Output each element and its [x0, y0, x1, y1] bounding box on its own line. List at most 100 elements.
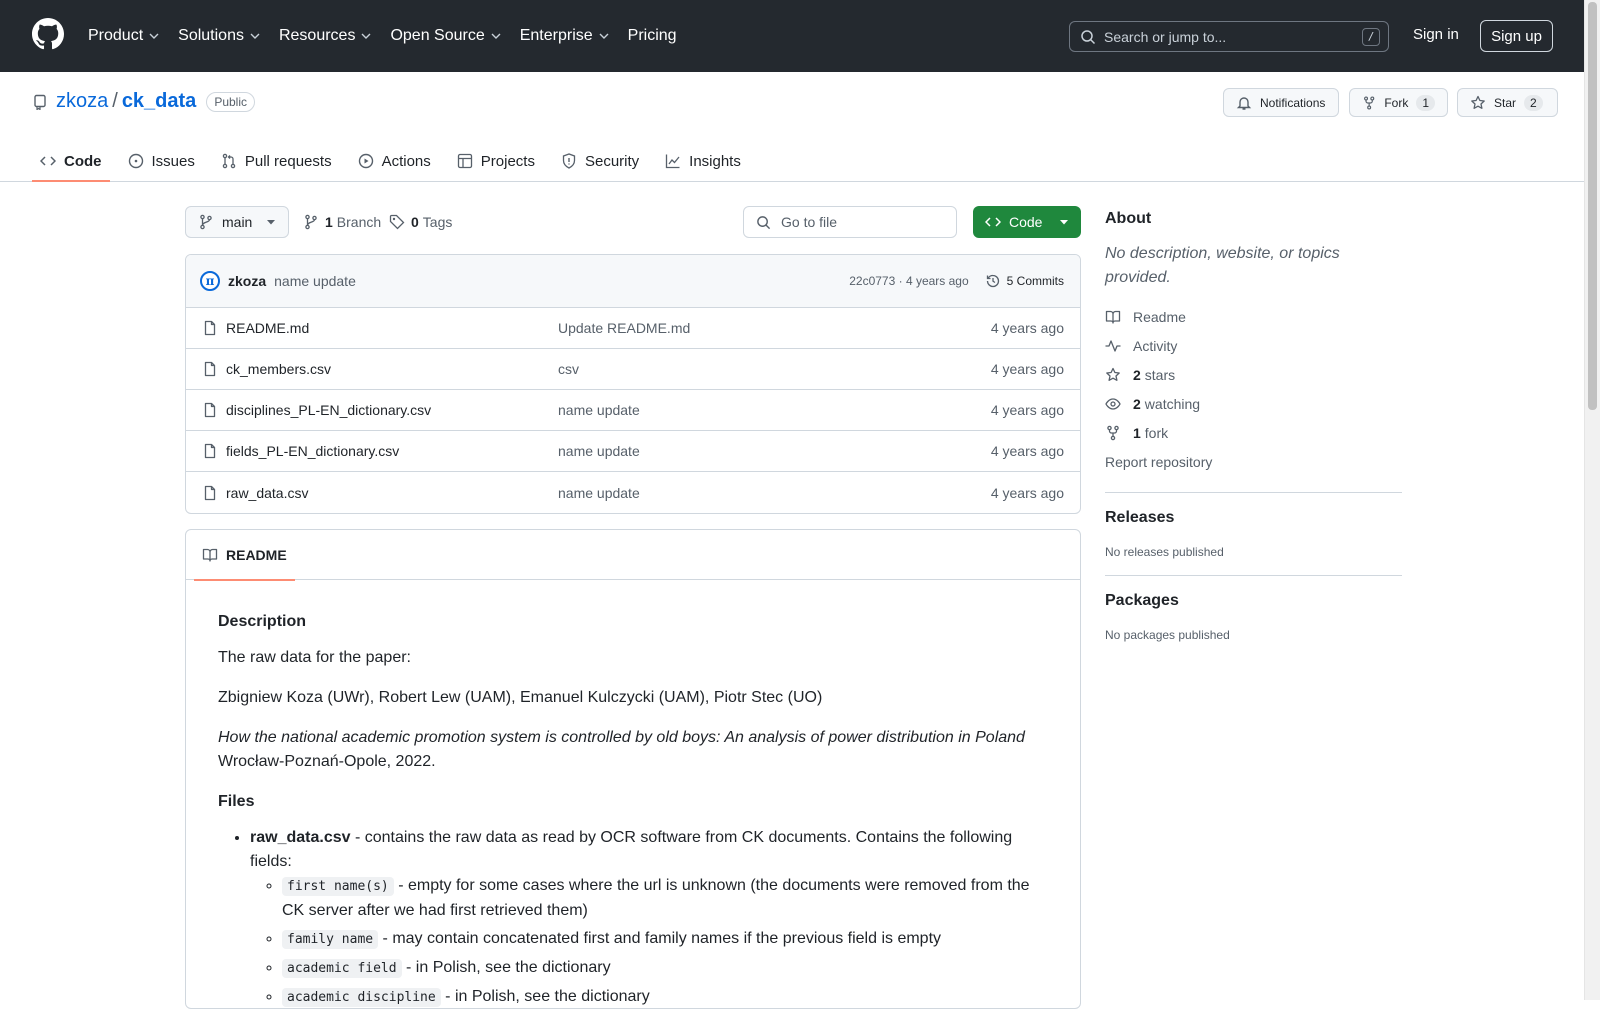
github-logo-icon[interactable] — [32, 18, 64, 50]
fork-count: 1 — [1416, 94, 1435, 111]
about-heading: About — [1105, 210, 1152, 227]
tags-link[interactable]: 0 Tags — [389, 214, 452, 230]
tab-insights[interactable]: Insights — [657, 140, 749, 182]
heading-files: Files — [218, 793, 255, 810]
fork-label: Fork — [1384, 95, 1409, 110]
tag-count: 0 — [411, 214, 419, 230]
commit-message-link[interactable]: name update — [274, 273, 356, 289]
nav-enterprise-label: Enterprise — [519, 27, 593, 44]
file-name-link[interactable]: disciplines_PL-EN_dictionary.csv — [226, 402, 558, 418]
file-commit-link[interactable]: name update — [558, 485, 640, 501]
file-icon — [204, 320, 216, 336]
chevron-down-icon — [149, 33, 159, 39]
chevron-down-icon — [599, 33, 609, 39]
file-icon — [204, 361, 216, 377]
tab-pull-requests[interactable]: Pull requests — [213, 140, 340, 182]
readme-link[interactable]: Readme — [1105, 302, 1402, 331]
nav-product[interactable]: Product — [88, 27, 160, 45]
nav-enterprise[interactable]: Enterprise — [520, 27, 610, 45]
nav-pricing[interactable]: Pricing — [628, 27, 677, 45]
field-desc: - in Polish, see the dictionary — [440, 988, 650, 1005]
book-icon — [1105, 310, 1121, 324]
search-icon — [757, 215, 771, 229]
notifications-label: Notifications — [1260, 95, 1326, 110]
divider — [1105, 575, 1402, 576]
tab-issues[interactable]: Issues — [120, 140, 203, 182]
branch-icon — [305, 214, 317, 230]
tab-code[interactable]: Code — [32, 140, 110, 182]
forks-link[interactable]: 1 fork — [1105, 418, 1402, 447]
avatar[interactable]: π — [200, 271, 220, 291]
stars-label: stars — [1144, 366, 1176, 383]
search-shortcut-key: / — [1362, 28, 1380, 46]
fork-button[interactable]: Fork 1 — [1349, 88, 1448, 117]
sign-in-link[interactable]: Sign in — [1413, 26, 1459, 43]
bell-icon — [1236, 96, 1252, 110]
nav-open-source[interactable]: Open Source — [390, 27, 501, 45]
file-age: 4 years ago — [990, 443, 1064, 459]
packages-heading[interactable]: Packages — [1105, 592, 1402, 610]
commits-history-link[interactable]: 5 Commits — [985, 273, 1064, 289]
repo-owner-link[interactable]: zkoza — [56, 90, 108, 113]
file-commit-link[interactable]: csv — [558, 361, 579, 377]
visibility-badge: Public — [206, 91, 255, 112]
star-icon — [1106, 367, 1120, 381]
notifications-button[interactable]: Notifications — [1223, 88, 1339, 117]
file-browser: π zkoza name update 22c0773 · 4 years ag… — [185, 254, 1081, 514]
star-label: Star — [1494, 95, 1517, 110]
code-icon — [40, 156, 56, 166]
star-icon — [1471, 95, 1485, 109]
watching-link[interactable]: 2 watching — [1105, 389, 1402, 418]
readme-tab[interactable]: README — [194, 530, 295, 581]
tab-actions[interactable]: Actions — [350, 140, 439, 182]
nav-product-label: Product — [88, 27, 144, 44]
list-item: academic discipline - in Polish, see the… — [282, 985, 1048, 1008]
branch-name: main — [222, 214, 253, 230]
commit-author-link[interactable]: zkoza — [228, 273, 266, 289]
file-name-link[interactable]: ck_members.csv — [226, 361, 558, 377]
pulse-icon — [1105, 339, 1121, 352]
paper-place: Wrocław-Poznań-Opole, 2022. — [218, 753, 436, 770]
commits-count-label: 5 Commits — [1006, 274, 1064, 288]
nav-resources[interactable]: Resources — [279, 27, 372, 45]
file-desc: - contains the raw data as read by OCR s… — [250, 829, 1013, 870]
file-name-link[interactable]: raw_data.csv — [226, 485, 558, 501]
activity-link[interactable]: Activity — [1105, 331, 1402, 360]
star-count: 2 — [1524, 94, 1543, 111]
tab-issues-label: Issues — [151, 152, 195, 170]
file-name-link[interactable]: fields_PL-EN_dictionary.csv — [226, 443, 558, 459]
report-repository-link[interactable]: Report repository — [1105, 447, 1402, 476]
star-button[interactable]: Star 2 — [1457, 88, 1558, 117]
file-commit-link[interactable]: name update — [558, 443, 640, 459]
repo-name-link[interactable]: ck_data — [122, 90, 197, 113]
nav-solutions-label: Solutions — [178, 27, 244, 44]
branches-link[interactable]: 1 Branch — [303, 214, 381, 230]
sign-up-button[interactable]: Sign up — [1480, 20, 1553, 52]
repo-icon — [34, 94, 46, 110]
file-commit-link[interactable]: Update README.md — [558, 320, 690, 336]
scrollbar-thumb[interactable] — [1588, 2, 1597, 410]
commit-meta[interactable]: 22c0773 · 4 years ago — [849, 274, 968, 288]
repo-sidebar: About No description, website, or topics… — [1105, 210, 1402, 642]
tab-security[interactable]: Security — [553, 140, 647, 182]
branch-count-label: Branch — [336, 214, 382, 230]
file-name-link[interactable]: README.md — [226, 320, 558, 336]
file-commit-link[interactable]: name update — [558, 402, 640, 418]
file-icon — [204, 402, 216, 418]
repo-separator: / — [112, 90, 118, 112]
readme-link-label: Readme — [1133, 308, 1186, 325]
tag-count-label: Tags — [422, 214, 453, 230]
code-dropdown-button[interactable]: Code — [973, 206, 1081, 238]
branch-select-button[interactable]: main — [185, 206, 289, 238]
tab-projects-label: Projects — [480, 152, 535, 170]
table-icon — [457, 153, 472, 169]
repo-header: zkoza / ck_data Public Notifications For… — [0, 72, 1584, 182]
tab-projects[interactable]: Projects — [449, 140, 543, 182]
readme-paper: How the national academic promotion syst… — [218, 726, 1048, 774]
nav-solutions[interactable]: Solutions — [178, 27, 261, 45]
issue-icon — [128, 153, 143, 169]
stars-link[interactable]: 2 stars — [1105, 360, 1402, 389]
go-to-file-input[interactable]: Go to file — [743, 206, 957, 238]
releases-heading[interactable]: Releases — [1105, 509, 1402, 527]
global-search-input[interactable]: Search or jump to... / — [1069, 21, 1389, 52]
